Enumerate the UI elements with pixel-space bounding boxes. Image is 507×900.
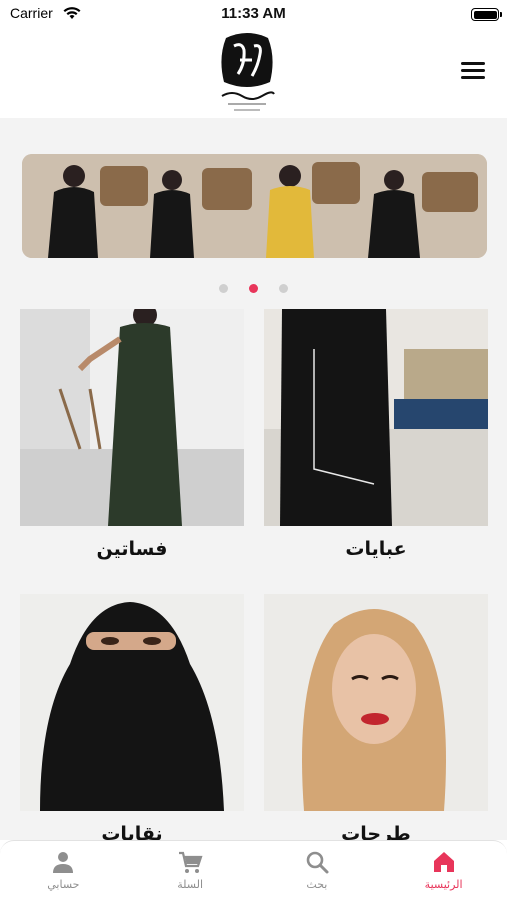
brand-logo[interactable] <box>212 30 282 118</box>
bottom-tab-bar: حسابي السلة بحث الرئيسية <box>0 840 507 900</box>
category-image-dresses <box>20 309 244 526</box>
promo-banner[interactable] <box>22 154 487 258</box>
home-icon <box>433 852 454 872</box>
category-label: فساتين <box>96 538 168 560</box>
tab-label: حسابي <box>47 878 80 891</box>
category-card-scarves[interactable]: طرحات <box>264 594 488 840</box>
tab-label: بحث <box>306 878 328 891</box>
category-label: عبايات <box>345 538 407 560</box>
person-icon <box>53 852 74 873</box>
category-image-abayas <box>264 309 488 526</box>
category-card-niqabs[interactable]: نقابات <box>20 594 244 840</box>
tab-label: السلة <box>177 878 203 891</box>
category-image-scarves <box>264 594 488 811</box>
carousel-dot-1[interactable] <box>218 284 228 293</box>
status-bar: Carrier 11:33 AM <box>0 0 507 28</box>
carousel-dot-3[interactable] <box>279 284 289 293</box>
clock: 11:33 AM <box>221 5 286 22</box>
battery-icon <box>471 8 502 21</box>
tab-label: الرئيسية <box>424 878 463 891</box>
banner-artwork <box>22 154 487 258</box>
category-card-abayas[interactable]: عبايات <box>264 309 488 560</box>
category-image-niqabs <box>20 594 244 811</box>
app-header <box>0 28 507 118</box>
tab-cart[interactable]: السلة <box>127 841 254 900</box>
carousel-dot-2[interactable] <box>249 284 258 293</box>
cart-icon <box>179 851 203 873</box>
category-label: نقابات <box>101 823 163 840</box>
tab-account[interactable]: حسابي <box>0 841 127 900</box>
search-icon <box>306 851 329 874</box>
category-card-dresses[interactable]: فساتين <box>20 309 244 560</box>
category-label: طرحات <box>341 823 411 840</box>
hamburger-menu-button[interactable] <box>461 62 485 82</box>
carousel-dots <box>0 278 507 293</box>
tab-search[interactable]: بحث <box>254 841 381 900</box>
tab-home[interactable]: الرئيسية <box>380 841 507 900</box>
main-content: عبايات فساتين طرحات نقابات <box>0 118 507 840</box>
